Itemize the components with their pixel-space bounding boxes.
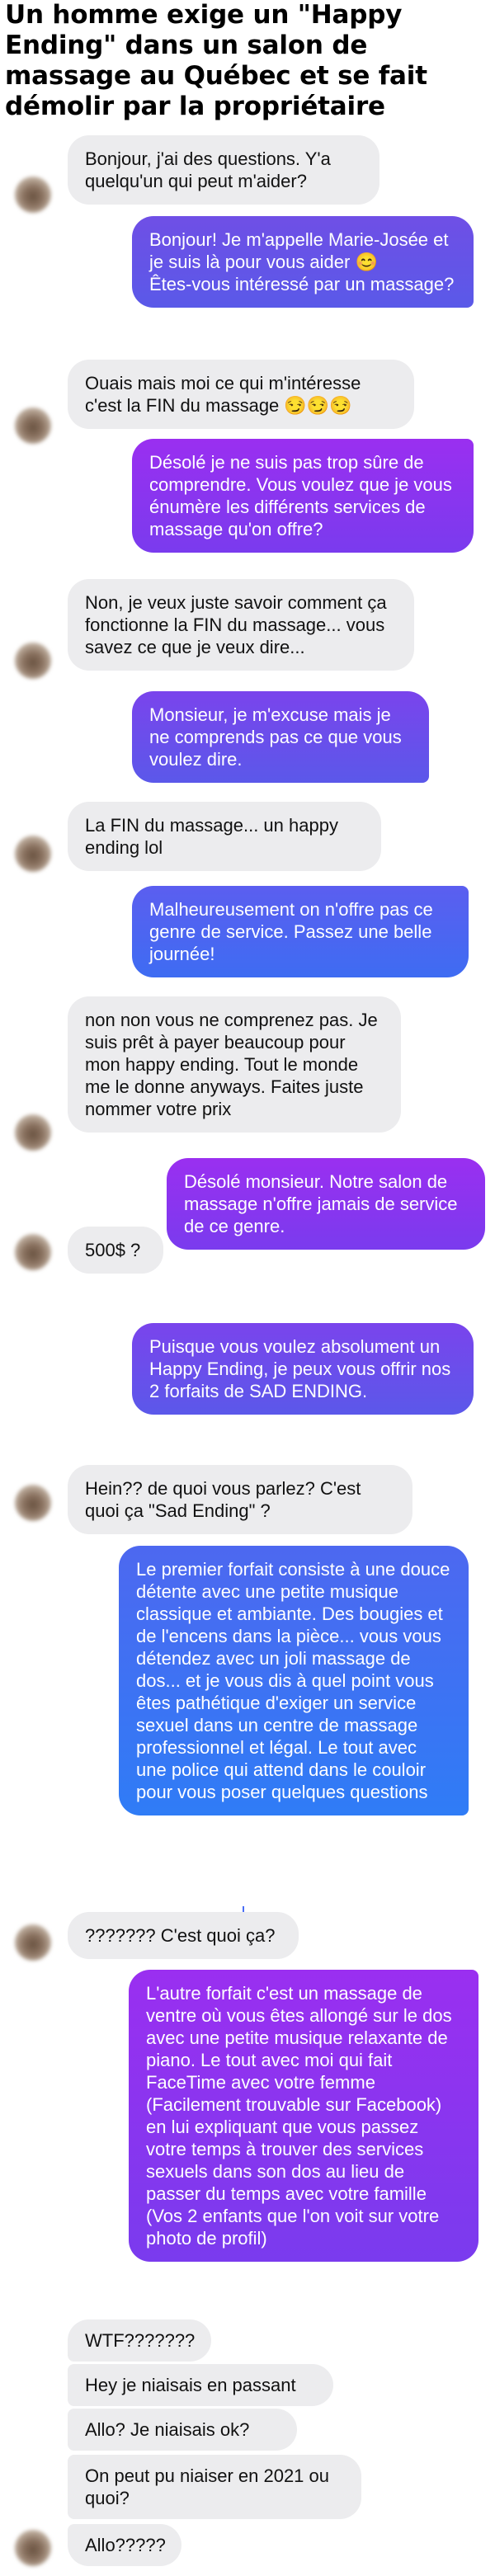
customer-message: Allo? Je niaisais ok? [68, 2409, 297, 2451]
customer-avatar [15, 643, 51, 679]
owner-message: Malheureusement on n'offre pas ce genre … [132, 886, 469, 977]
owner-message: L'autre forfait c'est un massage de vent… [129, 1970, 478, 2262]
customer-message: WTF??????? [68, 2319, 211, 2362]
customer-message: La FIN du massage... un happy ending lol [68, 802, 381, 871]
customer-message: ??????? C'est quoi ça? [68, 1912, 299, 1959]
customer-message: Non, je veux juste savoir comment ça fon… [68, 579, 414, 671]
customer-message: non non vous ne comprenez pas. Je suis p… [68, 996, 401, 1133]
customer-message: Ouais mais moi ce qui m'intéresse c'est … [68, 360, 414, 429]
customer-avatar [15, 1924, 51, 1961]
owner-message: Le premier forfait consiste à une douce … [119, 1546, 469, 1815]
post-title: Un homme exige un "Happy Ending" dans un… [5, 0, 427, 121]
customer-message: Hein?? de quoi vous parlez? C'est quoi ç… [68, 1465, 412, 1534]
customer-avatar [15, 177, 51, 213]
customer-avatar [15, 1485, 51, 1521]
owner-message: Monsieur, je m'excuse mais je ne compren… [132, 691, 429, 783]
customer-message: On peut pu niaiser en 2021 ou quoi? [68, 2455, 361, 2519]
owner-message: Désolé monsieur. Notre salon de massage … [167, 1158, 485, 1250]
owner-message: Puisque vous voulez absolument un Happy … [132, 1323, 474, 1415]
customer-avatar [15, 836, 51, 872]
owner-message: Bonjour! Je m'appelle Marie-Josée et je … [132, 216, 474, 308]
customer-message: Allo????? [68, 2524, 182, 2566]
customer-message: Hey je niaisais en passant [68, 2364, 333, 2406]
owner-message: Désolé je ne suis pas trop sûre de compr… [132, 439, 474, 553]
customer-avatar [15, 1234, 51, 1270]
customer-message: Bonjour, j'ai des questions. Y'a quelqu'… [68, 135, 380, 205]
customer-avatar [15, 2530, 51, 2566]
customer-avatar [15, 1114, 51, 1151]
customer-message: 500$ ? [68, 1227, 163, 1274]
customer-avatar [15, 407, 51, 444]
